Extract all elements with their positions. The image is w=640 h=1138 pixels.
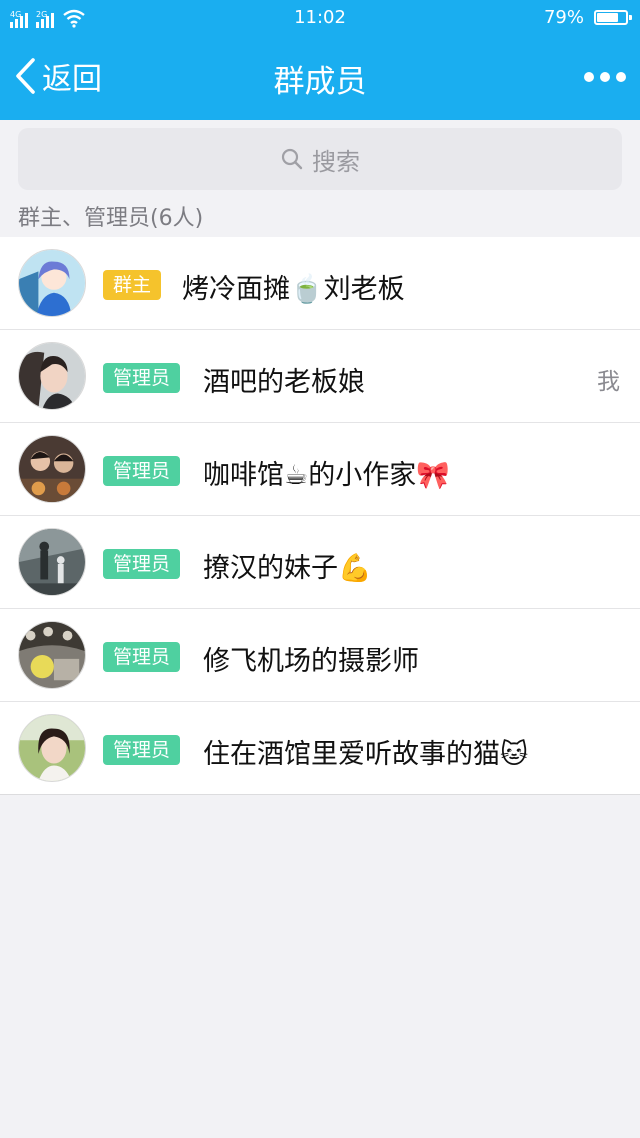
list-item[interactable]: 管理员 住在酒馆里爱听故事的猫🐱 [0,702,640,795]
role-badge-admin: 管理员 [103,642,181,672]
self-label: 我 [597,369,620,395]
role-badge-admin: 管理员 [103,735,181,765]
search-placeholder: 搜索 [312,147,360,176]
member-name: 修飞机场的摄影师 [203,646,419,677]
member-name: 住在酒馆里爱听故事的猫🐱 [203,739,529,770]
member-name: 撩汉的妹子💪 [203,553,372,584]
avatar[interactable] [18,249,86,317]
nav-bar: 返回 群成员 [0,34,640,120]
list-item[interactable]: 管理员 修飞机场的摄影师 [0,609,640,702]
battery-icon [594,10,632,25]
member-name: 咖啡馆☕的小作家🎀 [203,460,450,491]
status-bar: 4G 2G 11:02 79% [0,0,640,34]
member-list: 群主 烤冷面摊🍵刘老板 管理员 酒吧的老板娘 我 管理员 咖啡馆☕的小作家🎀 管… [0,237,640,795]
avatar[interactable] [18,621,86,689]
battery-fill [597,13,618,22]
role-badge-owner: 群主 [103,270,162,300]
member-name: 酒吧的老板娘 [203,367,365,398]
role-badge-admin: 管理员 [103,456,181,486]
search-icon [281,148,303,170]
list-item[interactable]: 群主 烤冷面摊🍵刘老板 [0,237,640,330]
role-badge-admin: 管理员 [103,363,181,393]
role-badge-admin: 管理员 [103,549,181,579]
battery-percent: 79% [543,7,584,28]
avatar[interactable] [18,342,86,410]
list-item[interactable]: 管理员 撩汉的妹子💪 [0,516,640,609]
list-item[interactable]: 管理员 咖啡馆☕的小作家🎀 [0,423,640,516]
avatar[interactable] [18,435,86,503]
section-header: 群主、管理员(6人) [18,206,204,231]
more-options-icon[interactable] [580,64,626,90]
search-input[interactable]: 搜索 [18,128,622,190]
avatar[interactable] [18,528,86,596]
list-item[interactable]: 管理员 酒吧的老板娘 我 [0,330,640,423]
page-title: 群成员 [273,64,367,100]
member-name: 烤冷面摊🍵刘老板 [182,274,405,305]
avatar[interactable] [18,714,86,782]
search-bar: 搜索 [0,120,640,196]
